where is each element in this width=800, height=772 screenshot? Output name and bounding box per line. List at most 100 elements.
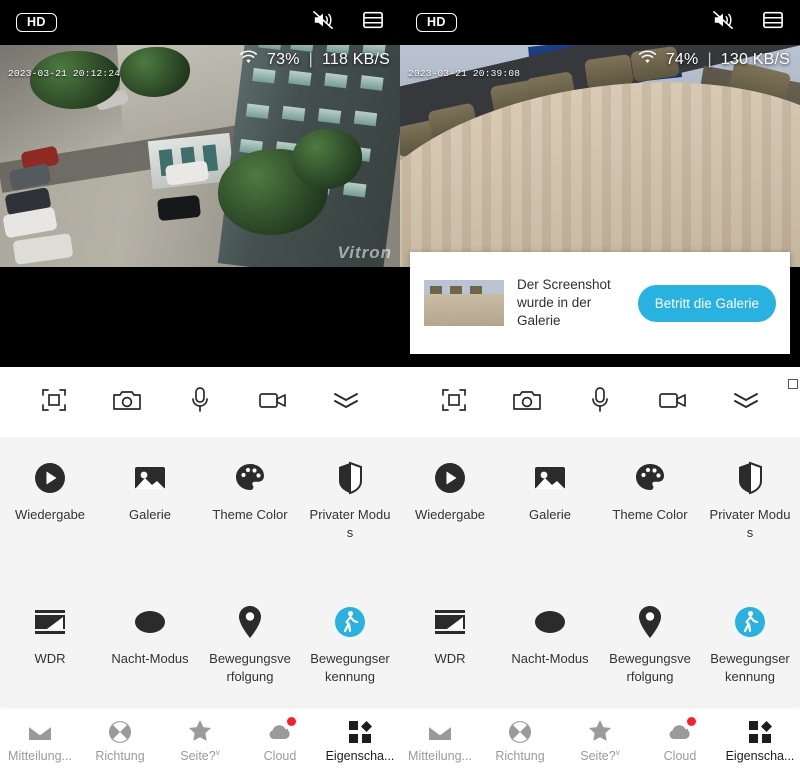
notification-badge	[687, 716, 696, 726]
feature-theme-color[interactable]: Theme Color	[600, 437, 700, 587]
location-pin-icon	[636, 603, 664, 641]
speaker-muted-icon[interactable]	[312, 10, 334, 35]
bottom-nav-right: Mitteilung... Richtung Seite?v Cloud Eig…	[400, 709, 800, 772]
feature-grid: Wiedergabe Galerie Theme Color Privater …	[0, 437, 800, 707]
snapshot-button[interactable]	[105, 380, 149, 424]
location-pin-icon	[236, 603, 264, 641]
nav-item-richtung[interactable]: Richtung	[80, 709, 160, 772]
nav-item-cloud[interactable]: Cloud	[240, 709, 320, 772]
split-layout-icon[interactable]	[362, 10, 384, 35]
feature-wdr[interactable]: WDR	[0, 587, 100, 707]
timestamp-left: 2023-03-21 20:12:24	[8, 68, 121, 79]
feature-label: Bewegungserkennung	[310, 651, 390, 684]
fullscreen-button[interactable]	[32, 380, 76, 424]
feature-label: Bewegungserkennung	[710, 651, 790, 684]
screenshot-thumbnail[interactable]	[424, 280, 504, 326]
nav-label: Richtung	[495, 748, 545, 763]
palette-icon	[234, 459, 266, 497]
feature-galerie[interactable]: Galerie	[500, 437, 600, 587]
wdr-icon	[33, 603, 67, 641]
feature-wiedergabe[interactable]: Wiedergabe	[400, 437, 500, 587]
feature-label: Bewegungsverfolgung	[209, 651, 291, 684]
toast-message: Der Screenshot wurde in der Galerie	[517, 277, 611, 328]
palette-icon	[634, 459, 666, 497]
nav-item-mitteilung[interactable]: Mitteilung...	[0, 709, 80, 772]
nav-item-richtung[interactable]: Richtung	[480, 709, 560, 772]
camera-icon	[512, 387, 542, 418]
stream-stats-right: 74% | 130 KB/S	[638, 50, 790, 70]
control-icon-row	[0, 367, 800, 437]
feature-wiedergabe[interactable]: Wiedergabe	[0, 437, 100, 587]
feature-row-1: Wiedergabe Galerie Theme Color Privater …	[0, 437, 800, 587]
feature-label: Privater Modus	[309, 507, 391, 540]
microphone-icon	[190, 386, 210, 419]
feature-wdr[interactable]: WDR	[400, 587, 500, 707]
feature-bewegungserkennung[interactable]: Bewegungserkennung	[700, 587, 800, 707]
nav-label: Cloud	[663, 748, 697, 763]
star-icon	[188, 718, 212, 744]
privacy-shield-icon	[336, 459, 364, 497]
open-gallery-button[interactable]: Betritt die Galerie	[637, 284, 776, 322]
talk-button[interactable]	[178, 380, 222, 424]
nav-label: Eigenscha...	[725, 748, 795, 763]
collapse-button[interactable]	[724, 380, 768, 424]
feature-galerie[interactable]: Galerie	[100, 437, 200, 587]
record-button[interactable]	[251, 380, 295, 424]
feature-bewegungserkennung[interactable]: Bewegungserkennung	[300, 587, 400, 707]
bottom-navigation: Mitteilung... Richtung Seite?v Cloud Eig…	[0, 709, 800, 772]
screenshot-toast: Der Screenshot wurde in der Galerie Betr…	[410, 252, 790, 354]
feature-privater-modus[interactable]: Privater Modus	[700, 437, 800, 587]
collapse-button[interactable]	[324, 380, 368, 424]
fullscreen-icon	[441, 387, 467, 418]
feature-theme-color[interactable]: Theme Color	[200, 437, 300, 587]
video-pane-left[interactable]: Vitron 2023-03-21 20:12:24 73% | 118 KB/…	[0, 0, 400, 367]
fullscreen-icon	[41, 387, 67, 418]
play-circle-icon	[433, 459, 467, 497]
nav-item-mitteilung[interactable]: Mitteilung...	[400, 709, 480, 772]
feature-nacht-modus[interactable]: Nacht-Modus	[100, 587, 200, 707]
camera-app-screen: Vitron 2023-03-21 20:12:24 73% | 118 KB/…	[0, 0, 800, 772]
nav-item-eigenschaften[interactable]: Eigenscha...	[720, 709, 800, 772]
video-area: Vitron 2023-03-21 20:12:24 73% | 118 KB/…	[0, 0, 800, 367]
nav-item-eigenschaften[interactable]: Eigenscha...	[320, 709, 400, 772]
speaker-muted-icon[interactable]	[712, 10, 734, 35]
record-button[interactable]	[651, 380, 695, 424]
cloud-icon	[667, 716, 696, 745]
compass-icon	[508, 719, 532, 745]
split-layout-icon[interactable]	[762, 10, 784, 35]
nav-item-cloud[interactable]: Cloud	[640, 709, 720, 772]
nav-label: Mitteilung...	[8, 748, 72, 763]
feature-privater-modus[interactable]: Privater Modus	[300, 437, 400, 587]
nav-item-seite[interactable]: Seite?v	[560, 709, 640, 772]
hd-quality-badge-right[interactable]: HD	[416, 12, 457, 33]
microphone-icon	[590, 386, 610, 419]
stats-separator: |	[308, 51, 313, 68]
camera-watermark: Vitron	[337, 243, 392, 262]
nav-item-seite[interactable]: Seite?v	[160, 709, 240, 772]
nav-label: Eigenscha...	[325, 748, 395, 763]
snapshot-button[interactable]	[505, 380, 549, 424]
feature-label: WDR	[434, 651, 466, 666]
bitrate-left: 118 KB/S	[321, 51, 390, 68]
bottom-nav-left: Mitteilung... Richtung Seite?v Cloud Eig…	[0, 709, 400, 772]
stream-stats-left: 73% | 118 KB/S	[239, 50, 390, 70]
chevron-down-icon: v	[215, 747, 220, 757]
control-group-right	[400, 367, 800, 437]
edge-partial-icon[interactable]	[788, 379, 798, 389]
talk-button[interactable]	[578, 380, 622, 424]
nav-label: Cloud	[263, 748, 297, 763]
feature-bewegungsverfolgung[interactable]: Bewegungsverfolgung	[200, 587, 300, 707]
moon-icon	[133, 603, 167, 641]
compass-icon	[108, 719, 132, 745]
feature-nacht-modus[interactable]: Nacht-Modus	[500, 587, 600, 707]
fullscreen-button[interactable]	[432, 380, 476, 424]
feature-bewegungsverfolgung[interactable]: Bewegungsverfolgung	[600, 587, 700, 707]
grid-apps-icon	[348, 719, 372, 745]
hd-quality-badge-left[interactable]: HD	[16, 12, 57, 33]
feature-label: Theme Color	[212, 507, 288, 522]
video-camera-icon	[258, 389, 288, 416]
feature-label: Galerie	[129, 507, 171, 522]
feature-label: WDR	[34, 651, 66, 666]
walking-person-icon	[734, 603, 766, 641]
double-chevron-down-icon	[732, 390, 760, 415]
